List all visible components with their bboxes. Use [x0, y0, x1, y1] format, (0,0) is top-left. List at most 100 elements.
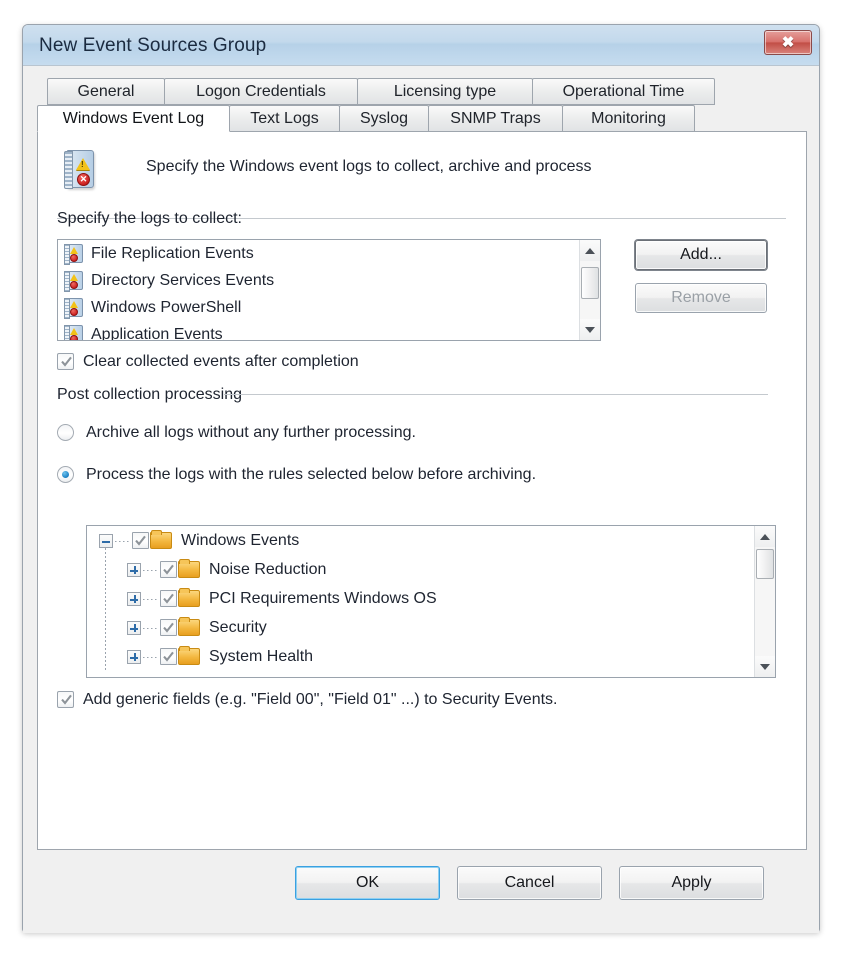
- tab-label: Windows Event Log: [62, 109, 205, 127]
- screen: New Event Sources Group ✖ General Logon …: [0, 0, 842, 964]
- tree-connector-dots: [143, 597, 157, 600]
- tree-checkbox[interactable]: [160, 561, 177, 578]
- check-icon: [61, 694, 72, 705]
- generic-fields-label[interactable]: Add generic fields (e.g. "Field 00", "Fi…: [83, 691, 558, 709]
- tree-checkbox[interactable]: [160, 619, 177, 636]
- tab-general[interactable]: General: [47, 78, 165, 105]
- tree-item-label: Noise Reduction: [209, 560, 327, 578]
- folder-icon: [178, 588, 200, 607]
- event-log-icon: [64, 325, 83, 340]
- scroll-track[interactable]: [580, 261, 600, 319]
- check-icon: [163, 651, 174, 662]
- tree-item-label: Windows Events: [181, 531, 300, 549]
- tree-item[interactable]: Windows Events: [87, 526, 775, 555]
- folder-icon: [178, 617, 200, 636]
- tab-label: Text Logs: [250, 109, 319, 127]
- cancel-button-label: Cancel: [504, 874, 555, 891]
- ok-button[interactable]: OK: [295, 866, 440, 900]
- tab-monitoring[interactable]: Monitoring: [562, 105, 695, 132]
- event-log-icon: [64, 298, 83, 319]
- close-icon: ✖: [781, 34, 795, 51]
- tab-syslog[interactable]: Syslog: [339, 105, 429, 132]
- tree-item[interactable]: System Health: [87, 642, 775, 671]
- check-icon: [135, 535, 146, 546]
- tab-operational-time[interactable]: Operational Time: [532, 78, 715, 105]
- tab-licensing-type[interactable]: Licensing type: [357, 78, 533, 105]
- add-button[interactable]: Add...: [635, 240, 767, 270]
- tab-page-windows-event-log: ✕ Specify the Windows event logs to coll…: [37, 131, 807, 850]
- remove-button: Remove: [635, 283, 767, 313]
- generic-fields-checkbox[interactable]: [57, 691, 74, 708]
- clear-events-label[interactable]: Clear collected events after completion: [83, 353, 359, 371]
- tab-row-1: General Logon Credentials Licensing type…: [37, 78, 807, 105]
- folder-icon: [150, 530, 172, 549]
- scroll-up-icon[interactable]: [755, 526, 775, 547]
- radio-process-rules[interactable]: [57, 466, 74, 483]
- tree-item[interactable]: Security: [87, 613, 775, 642]
- tree-item-label: Security: [209, 618, 267, 636]
- tab-text-logs[interactable]: Text Logs: [229, 105, 340, 132]
- clear-events-checkbox[interactable]: [57, 353, 74, 370]
- list-item[interactable]: Windows PowerShell: [58, 294, 600, 321]
- list-item[interactable]: File Replication Events: [58, 240, 600, 267]
- tab-label: Monitoring: [591, 109, 666, 127]
- check-icon: [163, 593, 174, 604]
- title-bar[interactable]: New Event Sources Group ✖: [23, 25, 819, 66]
- tab-logon-credentials[interactable]: Logon Credentials: [164, 78, 358, 105]
- expand-icon[interactable]: [127, 620, 141, 635]
- apply-button-label: Apply: [671, 874, 712, 891]
- check-icon: [163, 564, 174, 575]
- dialog-footer: OK Cancel Apply: [23, 866, 819, 906]
- expand-icon[interactable]: [127, 591, 141, 606]
- logs-listbox[interactable]: File Replication Events Directory Servic…: [57, 239, 601, 341]
- tree-checkbox[interactable]: [160, 648, 177, 665]
- expand-icon[interactable]: [127, 562, 141, 577]
- tab-label: Licensing type: [393, 82, 497, 100]
- scroll-down-icon[interactable]: [755, 656, 775, 677]
- list-item-label: Application Events: [91, 325, 223, 341]
- scroll-track[interactable]: [755, 547, 775, 656]
- tab-snmp-traps[interactable]: SNMP Traps: [428, 105, 563, 132]
- tree-checkbox[interactable]: [160, 590, 177, 607]
- page-header: ✕ Specify the Windows event logs to coll…: [38, 132, 806, 216]
- window-title: New Event Sources Group: [39, 35, 267, 56]
- radio-archive-all-label[interactable]: Archive all logs without any further pro…: [86, 424, 416, 442]
- list-item-label: File Replication Events: [91, 244, 254, 262]
- group-divider: [224, 394, 768, 395]
- rules-treeview[interactable]: Windows Events Noise Reduction PCI Requi…: [86, 525, 776, 678]
- dialog-client-area: General Logon Credentials Licensing type…: [23, 66, 819, 933]
- remove-button-label: Remove: [671, 289, 731, 306]
- scroll-thumb[interactable]: [581, 267, 599, 299]
- list-item[interactable]: Application Events: [58, 321, 600, 341]
- check-icon: [61, 356, 72, 367]
- tree-connector-dots: [115, 539, 129, 542]
- scroll-up-icon[interactable]: [580, 240, 600, 261]
- scroll-down-icon[interactable]: [580, 319, 600, 340]
- collapse-icon[interactable]: [99, 533, 113, 548]
- tree-scrollbar[interactable]: [754, 526, 775, 677]
- tab-label: Syslog: [359, 109, 409, 127]
- cancel-button[interactable]: Cancel: [457, 866, 602, 900]
- event-log-book-icon: ✕: [62, 148, 96, 192]
- list-item[interactable]: Directory Services Events: [58, 267, 600, 294]
- tree-item[interactable]: Noise Reduction: [87, 555, 775, 584]
- tree-item-label: System Health: [209, 647, 314, 665]
- radio-process-rules-label[interactable]: Process the logs with the rules selected…: [86, 466, 536, 484]
- tree-item[interactable]: PCI Requirements Windows OS: [87, 584, 775, 613]
- radio-archive-all[interactable]: [57, 424, 74, 441]
- scroll-thumb[interactable]: [756, 549, 774, 579]
- tab-windows-event-log[interactable]: Windows Event Log: [37, 105, 230, 132]
- apply-button[interactable]: Apply: [619, 866, 764, 900]
- tab-control: General Logon Credentials Licensing type…: [37, 78, 807, 850]
- page-description: Specify the Windows event logs to collec…: [146, 158, 592, 175]
- expand-icon[interactable]: [127, 649, 141, 664]
- logs-label: Specify the logs to collect:: [57, 210, 242, 227]
- tree-checkbox[interactable]: [132, 532, 149, 549]
- close-button[interactable]: ✖: [764, 30, 812, 55]
- folder-icon: [178, 646, 200, 665]
- tab-label: SNMP Traps: [450, 109, 541, 127]
- tab-label: Operational Time: [562, 82, 685, 100]
- logs-scrollbar[interactable]: [579, 240, 600, 340]
- tree-connector-dots: [143, 626, 157, 629]
- dialog-window: New Event Sources Group ✖ General Logon …: [22, 24, 820, 933]
